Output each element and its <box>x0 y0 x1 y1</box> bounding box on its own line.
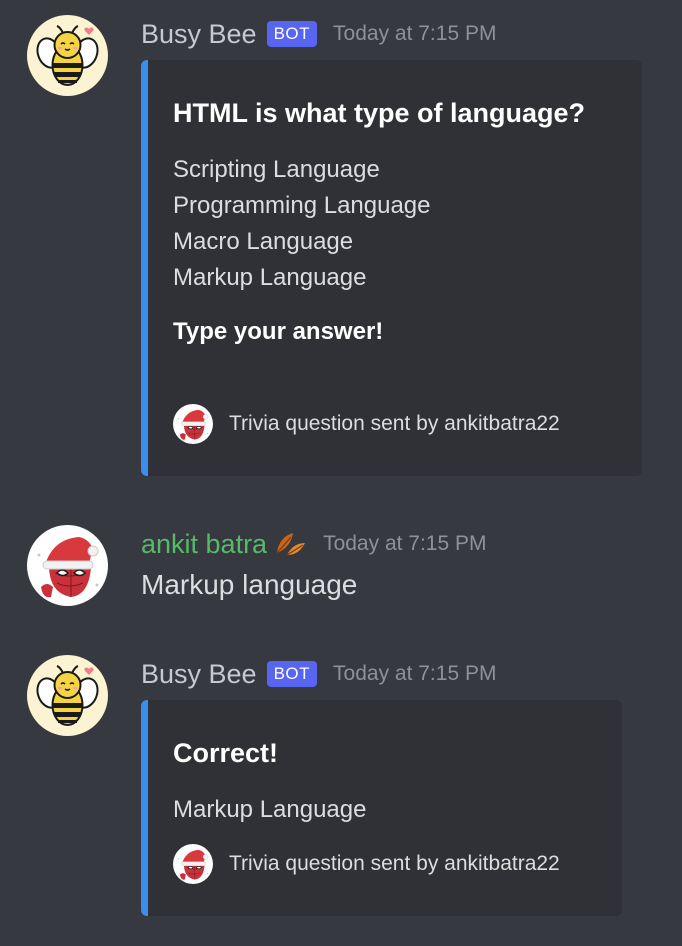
answer-option: Scripting Language <box>173 156 380 183</box>
author-name[interactable]: ankit batra <box>141 529 267 560</box>
bot-tag: BOT <box>266 661 318 687</box>
timestamp: Today at 7:15 PM <box>333 662 497 685</box>
spiderman-santa-avatar-icon <box>173 844 213 884</box>
message-header: Busy Bee BOT Today at 7:15 PM <box>141 16 496 52</box>
footer-text: Trivia question sent by ankitbatra22 <box>229 412 560 435</box>
timestamp: Today at 7:15 PM <box>333 22 497 45</box>
trivia-embed: HTML is what type of language? Scripting… <box>141 60 642 476</box>
answer-option: Markup Language <box>173 264 367 291</box>
embed-description: Markup Language <box>173 796 367 823</box>
bot-tag: BOT <box>266 21 318 47</box>
embed-prompt: Type your answer! <box>173 318 384 345</box>
result-embed: Correct! Markup Language Trivia question… <box>141 700 622 916</box>
bee-avatar-icon[interactable] <box>27 655 108 736</box>
embed-title: HTML is what type of language? <box>173 98 586 128</box>
message-content: Markup language <box>141 569 358 600</box>
author-name[interactable]: Busy Bee <box>141 659 257 690</box>
message-header: Busy Bee BOT Today at 7:15 PM <box>141 656 496 692</box>
footer-text: Trivia question sent by ankitbatra22 <box>229 852 560 875</box>
embed-title: Correct! <box>173 738 279 768</box>
bee-avatar-icon[interactable] <box>27 15 108 96</box>
embed-footer: Trivia question sent by ankitbatra22 <box>173 844 560 884</box>
spiderman-santa-avatar-icon <box>173 404 213 444</box>
answer-option: Macro Language <box>173 228 354 255</box>
fallen-leaf-icon <box>273 529 307 559</box>
author-name[interactable]: Busy Bee <box>141 19 257 50</box>
embed-footer: Trivia question sent by ankitbatra22 <box>173 404 560 444</box>
answer-option: Programming Language <box>173 192 431 219</box>
timestamp: Today at 7:15 PM <box>323 532 487 555</box>
message-header: ankit batra Today at 7:15 PM <box>141 526 487 562</box>
spiderman-santa-avatar-icon[interactable] <box>27 525 108 606</box>
